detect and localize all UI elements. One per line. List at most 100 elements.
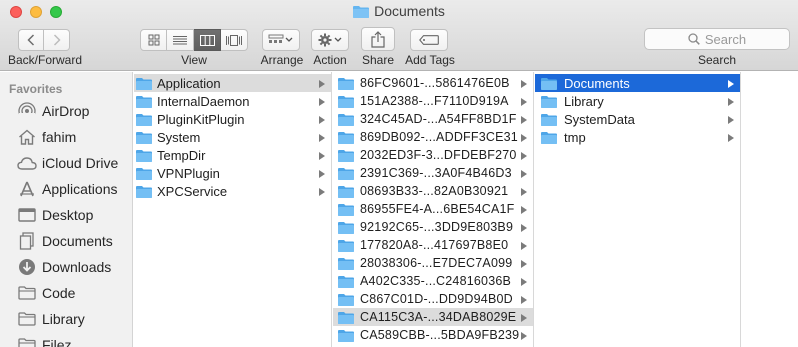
folder-icon (541, 77, 557, 90)
view-label: View (181, 53, 207, 67)
column-row-name: 08693B33-...82A0B30921 (360, 184, 509, 198)
column-row-name: A402C335-...C24816036B (360, 274, 512, 288)
downloads-icon (17, 257, 37, 277)
search-field[interactable]: Search (644, 28, 790, 50)
folder-icon (338, 113, 354, 126)
sidebar-item-filez[interactable]: Filez (17, 333, 72, 347)
disclosure-arrow-icon (728, 112, 736, 127)
folder-icon (136, 185, 152, 198)
window-title: Documents (0, 3, 798, 21)
arrange-button[interactable] (262, 29, 300, 51)
disclosure-arrow-icon (521, 274, 529, 289)
sidebar-item-icloud-drive[interactable]: iCloud Drive (17, 151, 118, 175)
sidebar-item-downloads[interactable]: Downloads (17, 255, 111, 279)
disclosure-arrow-icon (319, 94, 327, 109)
action-button[interactable] (311, 29, 349, 51)
folder-icon (17, 283, 37, 303)
column-row-name: 324C45AD-...A54FF8BD1F (360, 112, 517, 126)
column-row-name: Library (564, 93, 604, 109)
column-row-name: 2032ED3F-3...DFDEBF270 (360, 148, 517, 162)
column-row[interactable]: 2391C369-...3A0F4B46D3 (333, 164, 533, 182)
column-row-name: CA115C3A-...34DAB8029E (360, 310, 517, 324)
column-row[interactable]: VPNPlugin (134, 164, 331, 182)
column-row[interactable]: 151A2388-...F7110D919A (333, 92, 533, 110)
folder-icon (338, 221, 354, 234)
disclosure-arrow-icon (319, 148, 327, 163)
sidebar-item-label: Applications (42, 181, 118, 197)
column-row-name: PluginKitPlugin (157, 111, 245, 127)
sidebar-item-fahim[interactable]: fahim (17, 125, 76, 149)
column-row[interactable]: XPCService (134, 182, 331, 200)
column-row-name: Application (157, 75, 221, 91)
share-label: Share (361, 53, 395, 67)
column-row[interactable]: A402C335-...C24816036B (333, 272, 533, 290)
disclosure-arrow-icon (521, 166, 529, 181)
applications-icon (17, 179, 37, 199)
disclosure-arrow-icon (319, 76, 327, 91)
column-row[interactable]: Application (134, 74, 331, 92)
disclosure-arrow-icon (521, 184, 529, 199)
forward-button[interactable] (44, 29, 70, 51)
column-row[interactable]: 2032ED3F-3...DFDEBF270 (333, 146, 533, 164)
column-view-button[interactable] (194, 29, 221, 51)
disclosure-arrow-icon (521, 256, 529, 271)
disclosure-arrow-icon (319, 166, 327, 181)
back-forward-label: Back/Forward (8, 53, 83, 67)
gallery-view-button[interactable] (221, 29, 248, 51)
column-row[interactable]: PluginKitPlugin (134, 110, 331, 128)
sidebar-item-code[interactable]: Code (17, 281, 75, 305)
share-icon (371, 30, 385, 48)
share-button[interactable] (361, 27, 395, 51)
column-row[interactable]: SystemData (535, 110, 740, 128)
sidebar-item-documents[interactable]: Documents (17, 229, 113, 253)
column-row[interactable]: 86FC9601-...5861476E0B (333, 74, 533, 92)
back-button[interactable] (18, 29, 44, 51)
column-row[interactable]: C867C01D-...DD9D94B0D (333, 290, 533, 308)
sidebar-item-label: Desktop (42, 207, 94, 223)
list-view-button[interactable] (167, 29, 194, 51)
column-row[interactable]: CA589CBB-...5BDA9FB239 (333, 326, 533, 344)
column-row[interactable]: 28038306-...E7DEC7A099 (333, 254, 533, 272)
disclosure-arrow-icon (521, 328, 529, 343)
airdrop-icon (17, 101, 37, 121)
sidebar-item-applications[interactable]: Applications (17, 177, 118, 201)
column-row-name: InternalDaemon (157, 93, 250, 109)
column-row[interactable]: Documents (535, 74, 740, 92)
folder-icon (338, 257, 354, 270)
column-row[interactable]: 869DB092-...ADDFF3CE31 (333, 128, 533, 146)
add-tags-label: Add Tags (405, 53, 455, 67)
sidebar: Favorites AirDrop fahim iCloud Drive App… (0, 72, 133, 347)
column-row[interactable]: tmp (535, 128, 740, 146)
folder-icon (338, 77, 354, 90)
folder-icon (353, 5, 370, 21)
column-row[interactable]: Library (535, 92, 740, 110)
sidebar-item-label: Library (42, 311, 85, 327)
add-tags-button[interactable] (410, 29, 448, 51)
folder-icon (338, 239, 354, 252)
icon-view-button[interactable] (140, 29, 167, 51)
disclosure-arrow-icon (728, 76, 736, 91)
sidebar-item-desktop[interactable]: Desktop (17, 203, 93, 227)
sidebar-item-library[interactable]: Library (17, 307, 85, 331)
action-label: Action (313, 53, 347, 67)
column-row[interactable]: 92192C65-...3DD9E803B9 (333, 218, 533, 236)
toolbar: Documents Back/Forward View Arrange Acti… (0, 0, 798, 71)
column-row-name: C867C01D-...DD9D94B0D (360, 292, 513, 306)
column-row[interactable]: TempDir (134, 146, 331, 164)
column-row-name: 177820A8-...417697B8E0 (360, 238, 509, 252)
column-row[interactable]: System (134, 128, 331, 146)
column-row[interactable]: 177820A8-...417697B8E0 (333, 236, 533, 254)
column-row[interactable]: CA115C3A-...34DAB8029E (333, 308, 533, 326)
sidebar-item-airdrop[interactable]: AirDrop (17, 99, 89, 123)
documents-icon (17, 231, 37, 251)
column-row[interactable]: 08693B33-...82A0B30921 (333, 182, 533, 200)
folder-icon (338, 167, 354, 180)
column-row[interactable]: 86955FE4-A...6BE54CA1F (333, 200, 533, 218)
list-icon (173, 35, 187, 44)
tag-icon (419, 35, 439, 45)
folder-icon (541, 113, 557, 126)
column-row[interactable]: 324C45AD-...A54FF8BD1F (333, 110, 533, 128)
column-row[interactable]: InternalDaemon (134, 92, 331, 110)
sidebar-item-label: fahim (42, 129, 77, 145)
column-row-name: 86955FE4-A...6BE54CA1F (360, 202, 515, 216)
